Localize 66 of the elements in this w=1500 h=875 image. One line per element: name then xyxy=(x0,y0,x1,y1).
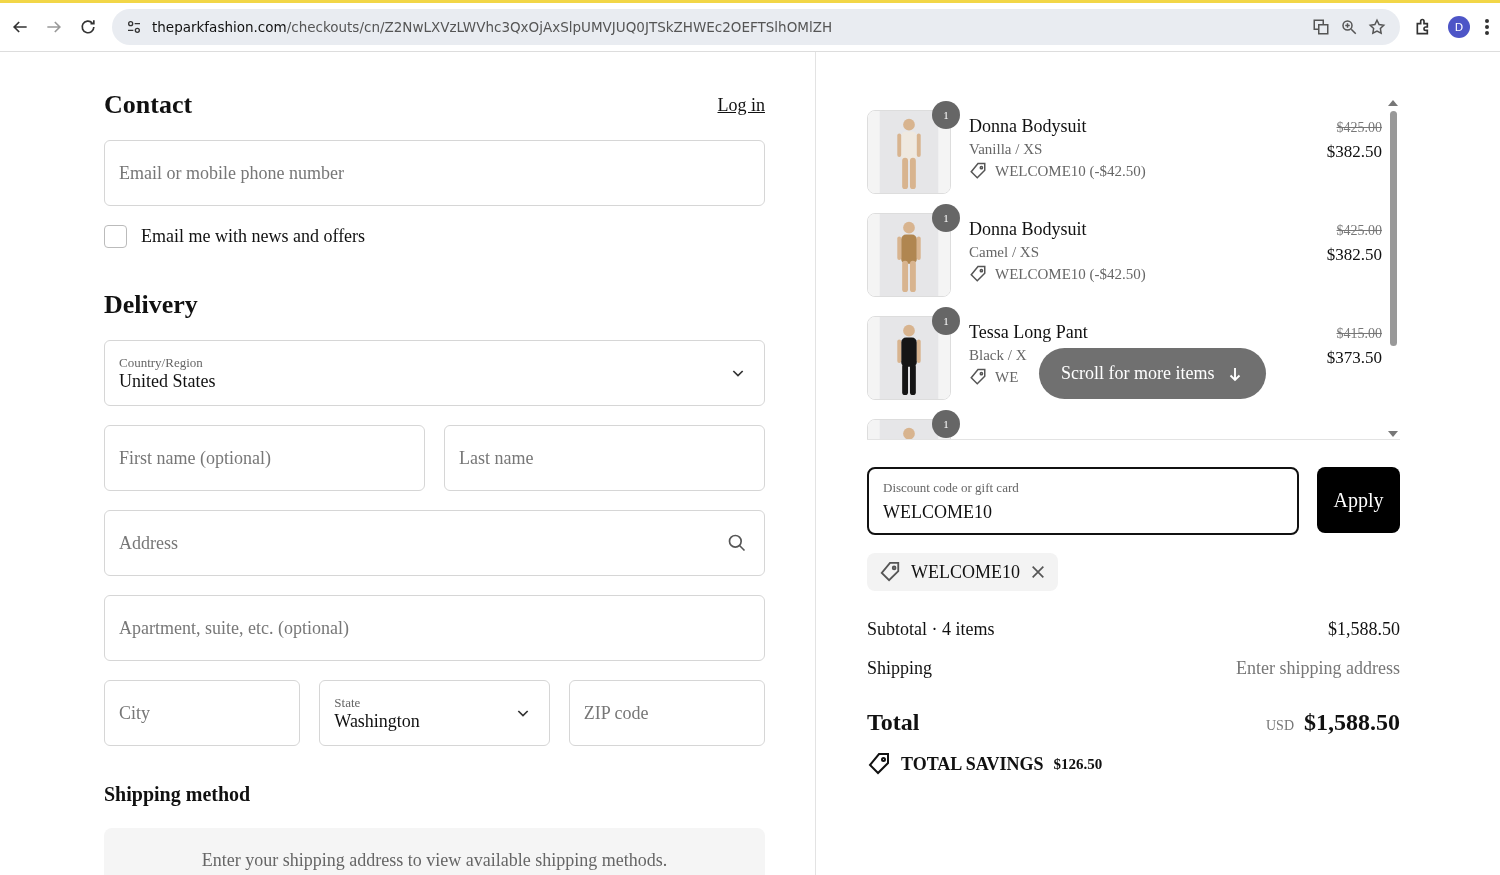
compare-price: $415.00 xyxy=(1336,326,1382,342)
profile-avatar[interactable]: D xyxy=(1448,16,1470,38)
quantity-badge: 1 xyxy=(932,410,960,438)
item-price: $382.50 xyxy=(1326,245,1382,265)
tag-icon xyxy=(969,162,987,180)
zip-field[interactable]: ZIP code xyxy=(568,680,765,746)
shipping-methods-note: Enter your shipping address to view available shipping methods. xyxy=(104,828,765,875)
savings-label: TOTAL SAVINGS xyxy=(901,753,1044,775)
login-link[interactable]: Log in xyxy=(717,94,765,116)
last-name-field[interactable]: Last name xyxy=(444,425,765,491)
site-settings-icon xyxy=(126,19,142,35)
subtotal-value: $1,588.50 xyxy=(1328,619,1400,640)
section-title: Contact xyxy=(104,90,193,120)
section-title: Delivery xyxy=(104,290,198,320)
scroll-up-icon[interactable] xyxy=(1388,100,1398,106)
item-discount: WELCOME10 (-$42.50) xyxy=(995,162,1146,180)
item-price: $382.50 xyxy=(1326,142,1382,162)
quantity-badge: 1 xyxy=(932,307,960,335)
shipping-value: Enter shipping address xyxy=(1236,658,1400,679)
tag-icon xyxy=(969,265,987,283)
product-name: Donna Bodysuit xyxy=(969,219,1088,240)
item-discount: WE xyxy=(995,368,1019,386)
apartment-field[interactable]: Apartment, suite, etc. (optional) xyxy=(104,595,765,661)
star-icon[interactable] xyxy=(1368,18,1386,36)
quantity-badge: 1 xyxy=(932,101,960,129)
total-label: Total xyxy=(867,709,920,736)
applied-code: WELCOME10 xyxy=(911,561,1020,583)
product-variant: Camel / XS xyxy=(969,244,1039,261)
address-field[interactable]: Address xyxy=(104,510,765,576)
url-text: theparkfashion.com/checkouts/cn/Z2NwLXVzLWVhc3QxOjAxSlpUMVJUQ0JTSkZHWEc2OEFTSlhOMlZH xyxy=(152,19,834,35)
savings-value: $126.50 xyxy=(1053,755,1103,773)
close-icon[interactable] xyxy=(1030,564,1046,580)
item-price: $373.50 xyxy=(1326,348,1382,368)
zoom-icon[interactable] xyxy=(1340,18,1358,36)
city-field[interactable]: City xyxy=(104,680,301,746)
item-discount: WELCOME10 (-$42.50) xyxy=(995,265,1146,283)
reload-icon[interactable] xyxy=(78,17,98,37)
shipping-label: Shipping xyxy=(867,658,932,679)
first-name-field[interactable]: First name (optional) xyxy=(104,425,425,491)
product-name: Tessa Long Pant xyxy=(969,322,1089,343)
menu-icon[interactable] xyxy=(1484,17,1490,37)
compare-price: $425.00 xyxy=(1336,223,1382,239)
product-variant: Vanilla / XS xyxy=(969,141,1043,158)
scroll-hint-button[interactable]: Scroll for more items xyxy=(1039,348,1267,399)
country-select[interactable]: Country/Region United States xyxy=(104,340,765,406)
email-field[interactable]: Email or mobile phone number xyxy=(104,140,765,206)
tag-icon xyxy=(879,561,901,583)
state-select[interactable]: State Washington xyxy=(319,680,550,746)
currency-code: USD xyxy=(1266,718,1294,733)
total-value: $1,588.50 xyxy=(1304,709,1400,735)
field-label: Discount code or gift card xyxy=(883,480,1019,496)
checkbox[interactable] xyxy=(104,225,127,248)
search-icon xyxy=(727,533,747,553)
quantity-badge: 1 xyxy=(932,204,960,232)
tag-icon xyxy=(969,368,987,386)
checkbox-label: Email me with news and offers xyxy=(141,226,366,247)
section-title: Shipping method xyxy=(104,783,252,806)
tag-icon xyxy=(867,752,891,776)
address-bar[interactable]: theparkfashion.com/checkouts/cn/Z2NwLXVzLWVhc3QxOjAxSlpUMVJUQ0JTSkZHWEc2OEFTSlhOMlZH xyxy=(112,9,1400,45)
scroll-down-icon[interactable] xyxy=(1388,431,1398,437)
subtotal-label: Subtotal · 4 items xyxy=(867,619,995,640)
apply-button[interactable]: Apply xyxy=(1317,467,1400,533)
compare-price: $425.00 xyxy=(1336,120,1382,136)
scrollbar-thumb[interactable] xyxy=(1389,111,1397,346)
product-name: Donna Bodysuit xyxy=(969,116,1088,137)
product-variant: Black / X xyxy=(969,347,1027,364)
